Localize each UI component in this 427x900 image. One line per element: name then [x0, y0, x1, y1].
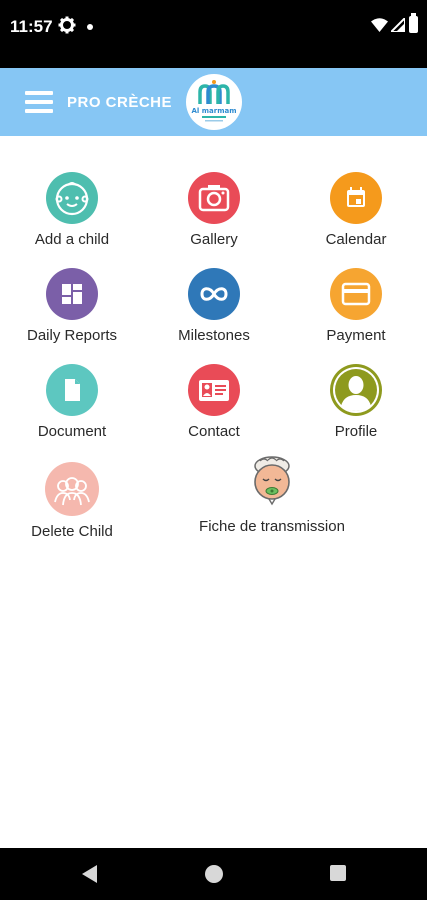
contact-card-icon [188, 364, 240, 416]
calendar-button[interactable]: Calendar [291, 172, 421, 248]
status-bar: 11:57 [0, 0, 427, 68]
baby-face-icon [46, 172, 98, 224]
gallery-button[interactable]: Gallery [149, 172, 279, 248]
payment-button[interactable]: Payment [291, 268, 421, 344]
delete-child-button[interactable]: Delete Child [7, 462, 137, 540]
settings-gear-icon [58, 16, 76, 39]
home-circle-icon[interactable] [205, 865, 223, 883]
recent-apps-square-icon[interactable] [330, 865, 346, 881]
system-navigation-bar [0, 848, 427, 900]
payment-label: Payment [326, 327, 386, 344]
hamburger-menu-icon[interactable] [25, 89, 53, 115]
cell-signal-icon [388, 15, 406, 37]
app-title: PRO CRÈCHE [67, 94, 173, 111]
milestones-button[interactable]: Milestones [149, 268, 279, 344]
children-group-icon [45, 462, 99, 516]
calendar-label: Calendar [325, 231, 387, 248]
add-child-label: Add a child [34, 231, 110, 248]
delete-child-label: Delete Child [31, 523, 113, 540]
gallery-label: Gallery [190, 231, 238, 248]
svg-text:Al marmam: Al marmam [191, 107, 236, 115]
calendar-icon [330, 172, 382, 224]
camera-icon [188, 172, 240, 224]
infinity-icon [188, 268, 240, 320]
profile-label: Profile [334, 423, 378, 440]
document-label: Document [37, 423, 107, 440]
battery-icon [409, 13, 418, 33]
contact-button[interactable]: Contact [149, 364, 279, 440]
sleeping-baby-icon [246, 454, 298, 510]
fiche-transmission-button[interactable]: Fiche de transmission [187, 454, 357, 535]
back-triangle-icon[interactable] [82, 865, 98, 888]
daily-reports-button[interactable]: Daily Reports [7, 268, 137, 344]
add-child-button[interactable]: Add a child [7, 172, 137, 248]
wifi-icon [371, 18, 388, 37]
main-content: Add a child Gallery Calendar Daily Repor… [0, 136, 427, 848]
app-logo: Al marmam [186, 74, 242, 130]
dashboard-grid-icon [46, 268, 98, 320]
document-icon [46, 364, 98, 416]
user-silhouette-icon [330, 364, 382, 416]
milestones-label: Milestones [178, 327, 250, 344]
fiche-transmission-label: Fiche de transmission [199, 518, 345, 535]
daily-reports-label: Daily Reports [26, 327, 118, 344]
profile-button[interactable]: Profile [291, 364, 421, 440]
document-button[interactable]: Document [7, 364, 137, 440]
status-time: 11:57 [10, 17, 53, 36]
notification-dot-icon [87, 24, 93, 30]
credit-card-icon [330, 268, 382, 320]
app-header: PRO CRÈCHE Al marmam [0, 68, 427, 136]
contact-label: Contact [188, 423, 240, 440]
